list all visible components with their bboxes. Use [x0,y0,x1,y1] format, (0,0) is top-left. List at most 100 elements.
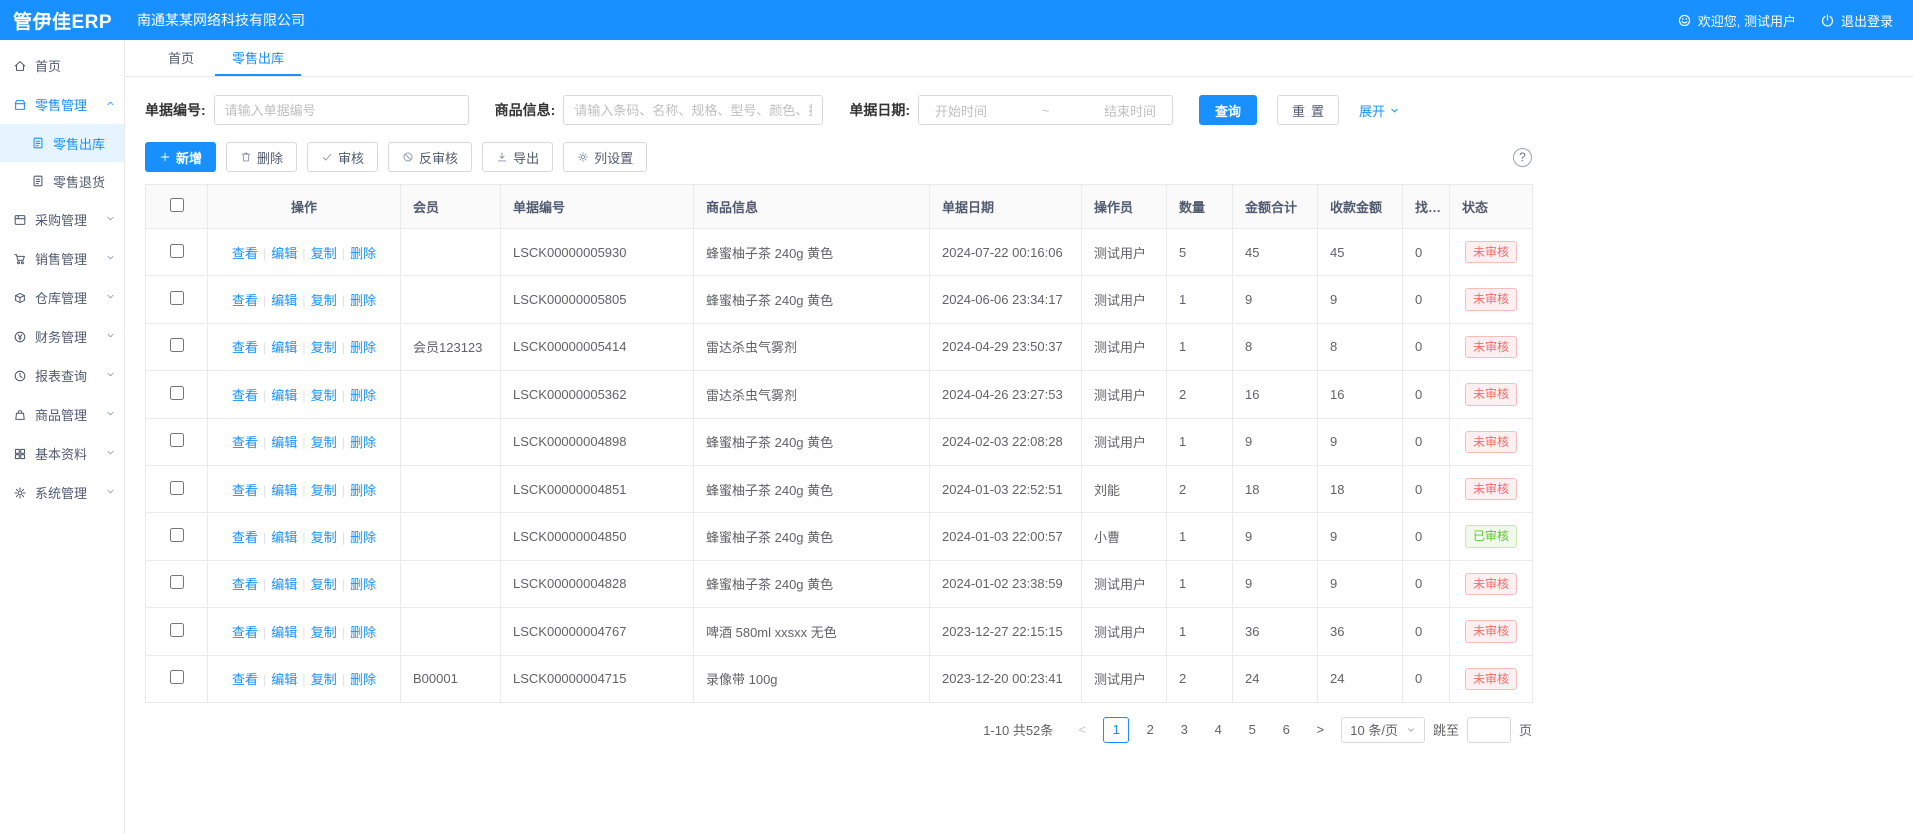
delete-link[interactable]: 删除 [350,388,376,403]
delete-link[interactable]: 删除 [350,672,376,687]
view-link[interactable]: 查看 [232,388,258,403]
reset-button[interactable]: 重置 [1277,95,1339,125]
jump-page-input[interactable] [1467,717,1511,743]
edit-link[interactable]: 编辑 [271,530,297,545]
sidebar-item-report[interactable]: 报表查询 [0,356,124,395]
sidebar-subitem[interactable]: 零售退货 [0,162,124,200]
copy-link[interactable]: 复制 [311,435,337,450]
copy-link[interactable]: 复制 [311,672,337,687]
sidebar-item-retail[interactable]: 零售管理 [0,85,124,124]
link-divider: | [302,293,305,308]
page-number-2[interactable]: 2 [1137,717,1163,743]
sidebar-item-basics[interactable]: 基本资料 [0,434,124,473]
delete-link[interactable]: 删除 [350,340,376,355]
column-settings-button[interactable]: 列设置 [563,142,647,172]
copy-link[interactable]: 复制 [311,577,337,592]
row-checkbox[interactable] [170,481,184,495]
page-number-1[interactable]: 1 [1103,717,1129,743]
view-link[interactable]: 查看 [232,246,258,261]
edit-link[interactable]: 编辑 [271,246,297,261]
copy-link[interactable]: 复制 [311,483,337,498]
row-checkbox[interactable] [170,244,184,258]
sidebar-item-system[interactable]: 系统管理 [0,473,124,512]
bill-no-input[interactable] [214,95,469,125]
tab-0[interactable]: 首页 [151,40,211,76]
date-range-picker[interactable]: 开始时间 ~ 结束时间 [918,95,1173,125]
row-checkbox[interactable] [170,386,184,400]
edit-link[interactable]: 编辑 [271,293,297,308]
export-button[interactable]: 导出 [482,142,553,172]
link-divider: | [342,435,345,450]
copy-link[interactable]: 复制 [311,625,337,640]
sidebar-item-sales[interactable]: 销售管理 [0,239,124,278]
sidebar-item-product[interactable]: 商品管理 [0,395,124,434]
copy-link[interactable]: 复制 [311,530,337,545]
column-header: 收款金额 [1318,185,1403,229]
page-number-4[interactable]: 4 [1205,717,1231,743]
edit-link[interactable]: 编辑 [271,483,297,498]
sidebar-item-warehouse[interactable]: 仓库管理 [0,278,124,317]
select-all-checkbox[interactable] [170,198,184,212]
delete-link[interactable]: 删除 [350,435,376,450]
prev-page-button[interactable]: < [1069,717,1095,743]
delete-link[interactable]: 删除 [350,530,376,545]
product-info-input[interactable] [563,95,823,125]
logout-button[interactable]: 退出登录 [1820,11,1893,30]
row-checkbox[interactable] [170,670,184,684]
welcome-user[interactable]: 欢迎您, 测试用户 [1677,11,1796,30]
audit-button[interactable]: 审核 [307,142,378,172]
tab-1[interactable]: 零售出库 [215,40,301,76]
edit-link[interactable]: 编辑 [271,388,297,403]
sidebar-subitem[interactable]: 零售出库 [0,124,124,162]
query-button[interactable]: 查询 [1199,95,1257,125]
bill-date-cell: 2024-01-03 22:52:51 [930,465,1082,512]
view-link[interactable]: 查看 [232,483,258,498]
row-checkbox[interactable] [170,291,184,305]
delete-link[interactable]: 删除 [350,293,376,308]
copy-link[interactable]: 复制 [311,293,337,308]
row-checkbox[interactable] [170,575,184,589]
add-button[interactable]: 新增 [145,142,216,172]
view-link[interactable]: 查看 [232,530,258,545]
copy-link[interactable]: 复制 [311,246,337,261]
copy-link[interactable]: 复制 [311,388,337,403]
delete-link[interactable]: 删除 [350,625,376,640]
row-checkbox[interactable] [170,433,184,447]
sidebar-item-purchase[interactable]: 采购管理 [0,200,124,239]
delete-link[interactable]: 删除 [350,577,376,592]
view-link[interactable]: 查看 [232,672,258,687]
unaudit-button[interactable]: 反审核 [388,142,472,172]
edit-link[interactable]: 编辑 [271,577,297,592]
view-link[interactable]: 查看 [232,435,258,450]
next-page-button[interactable]: > [1307,717,1333,743]
edit-link[interactable]: 编辑 [271,672,297,687]
change-cell: 0 [1403,323,1450,370]
delete-button[interactable]: 删除 [226,142,297,172]
edit-link[interactable]: 编辑 [271,435,297,450]
sidebar-item-home[interactable]: 首页 [0,46,124,85]
view-link[interactable]: 查看 [232,625,258,640]
help-icon[interactable]: ? [1513,148,1532,167]
view-link[interactable]: 查看 [232,293,258,308]
page-size-select[interactable]: 10 条/页 [1341,717,1425,743]
delete-link[interactable]: 删除 [350,483,376,498]
member-cell [401,465,501,512]
page-number-6[interactable]: 6 [1273,717,1299,743]
view-link[interactable]: 查看 [232,577,258,592]
operator-cell: 小曹 [1082,513,1167,560]
bill-no-cell: LSCK00000004851 [501,465,694,512]
edit-link[interactable]: 编辑 [271,625,297,640]
sales-icon [13,252,27,266]
delete-link[interactable]: 删除 [350,246,376,261]
page-number-5[interactable]: 5 [1239,717,1265,743]
row-checkbox[interactable] [170,623,184,637]
expand-link[interactable]: 展开 [1359,101,1400,120]
edit-link[interactable]: 编辑 [271,340,297,355]
page-number-3[interactable]: 3 [1171,717,1197,743]
row-checkbox[interactable] [170,528,184,542]
view-link[interactable]: 查看 [232,340,258,355]
row-checkbox[interactable] [170,338,184,352]
sidebar-item-finance[interactable]: 财务管理 [0,317,124,356]
product-cell: 蜂蜜柚子茶 240g 黄色 [694,418,930,465]
copy-link[interactable]: 复制 [311,340,337,355]
